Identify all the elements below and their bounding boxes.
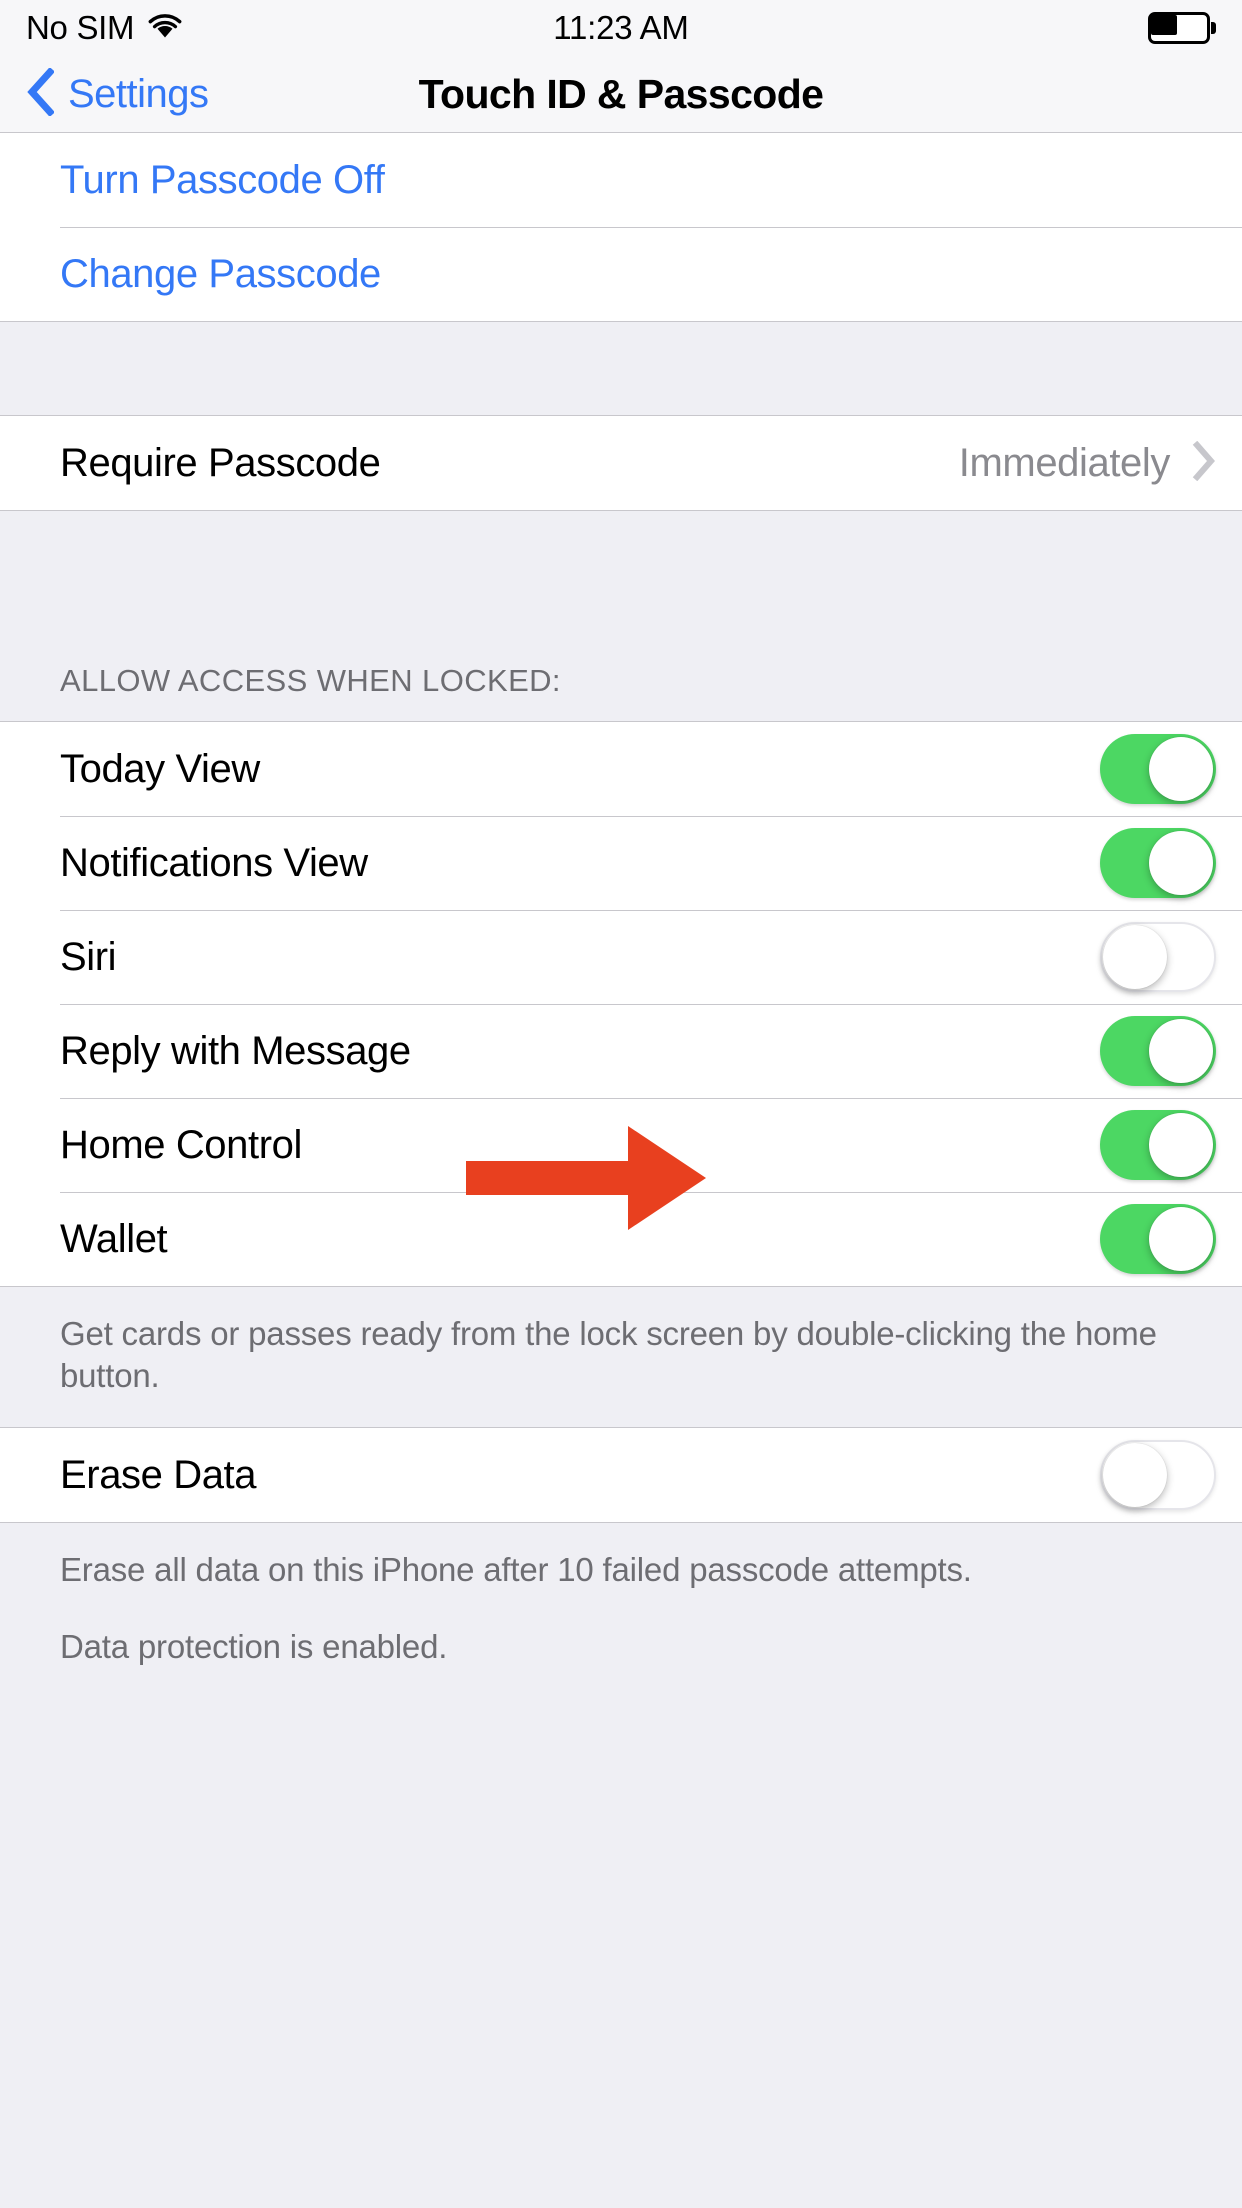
change-passcode-row[interactable]: Change Passcode	[0, 227, 1242, 321]
erase-data-footer-line-1: Erase all data on this iPhone after 10 f…	[60, 1551, 972, 1589]
turn-passcode-off-row[interactable]: Turn Passcode Off	[0, 133, 1242, 227]
allow-access-spacer	[0, 511, 1242, 607]
require-passcode-value: Immediately	[958, 440, 1171, 485]
carrier-label: No SIM	[26, 9, 135, 46]
reply-with-message-toggle[interactable]	[1100, 1016, 1216, 1086]
wifi-icon	[148, 13, 182, 44]
siri-label: Siri	[60, 934, 117, 979]
today-view-toggle[interactable]	[1100, 734, 1216, 804]
today-view-label: Today View	[60, 746, 260, 791]
status-bar-left: No SIM	[26, 9, 182, 47]
back-button-label: Settings	[68, 71, 209, 116]
erase-data-toggle[interactable]	[1100, 1440, 1216, 1511]
require-passcode-group: Require Passcode Immediately	[0, 416, 1242, 511]
navigation-bar: Settings Touch ID & Passcode	[0, 56, 1242, 133]
chevron-left-icon	[26, 66, 55, 121]
row-home-control[interactable]: Home Control	[0, 1098, 1242, 1192]
row-notifications-view[interactable]: Notifications View	[0, 816, 1242, 910]
allow-access-footer-text: Get cards or passes ready from the lock …	[60, 1315, 1157, 1395]
erase-data-footer-line-2: Data protection is enabled.	[60, 1627, 448, 1665]
notifications-view-label: Notifications View	[60, 840, 368, 885]
wallet-toggle[interactable]	[1100, 1204, 1216, 1274]
status-bar: No SIM 11:23 AM	[0, 0, 1242, 56]
siri-toggle[interactable]	[1100, 922, 1216, 992]
allow-access-header-text: ALLOW ACCESS WHEN LOCKED:	[60, 663, 561, 698]
change-passcode-label: Change Passcode	[60, 251, 381, 296]
allow-access-group: Today View Notifications View Siri Reply…	[0, 722, 1242, 1286]
erase-data-group: Erase Data	[0, 1428, 1242, 1524]
battery-icon	[1148, 12, 1216, 44]
reply-with-message-label: Reply with Message	[60, 1028, 411, 1073]
status-bar-clock: 11:23 AM	[553, 9, 689, 46]
erase-data-label: Erase Data	[60, 1452, 257, 1497]
back-button[interactable]: Settings	[0, 66, 209, 121]
passcode-actions-group: Turn Passcode Off Change Passcode	[0, 133, 1242, 322]
allow-access-footer: Get cards or passes ready from the lock …	[0, 1286, 1242, 1429]
iphone-screen: No SIM 11:23 AM Settings Touch ID & Pass…	[0, 0, 1242, 2208]
row-wallet[interactable]: Wallet	[0, 1192, 1242, 1286]
turn-passcode-off-label: Turn Passcode Off	[60, 157, 385, 202]
group-spacer-1	[0, 322, 1242, 416]
row-reply-with-message[interactable]: Reply with Message	[0, 1004, 1242, 1098]
require-passcode-label: Require Passcode	[60, 440, 381, 485]
chevron-right-icon	[1192, 440, 1216, 486]
home-control-toggle[interactable]	[1100, 1110, 1216, 1180]
require-passcode-row[interactable]: Require Passcode Immediately	[0, 416, 1242, 510]
require-passcode-right: Immediately	[958, 440, 1216, 486]
status-bar-right	[1148, 12, 1216, 44]
row-erase-data[interactable]: Erase Data	[0, 1428, 1242, 1523]
row-siri[interactable]: Siri	[0, 910, 1242, 1004]
allow-access-header: ALLOW ACCESS WHEN LOCKED:	[0, 607, 1242, 722]
notifications-view-toggle[interactable]	[1100, 828, 1216, 898]
wallet-label: Wallet	[60, 1216, 168, 1261]
home-control-label: Home Control	[60, 1122, 302, 1167]
row-today-view[interactable]: Today View	[0, 722, 1242, 816]
erase-data-footer: Erase all data on this iPhone after 10 f…	[0, 1523, 1242, 1698]
